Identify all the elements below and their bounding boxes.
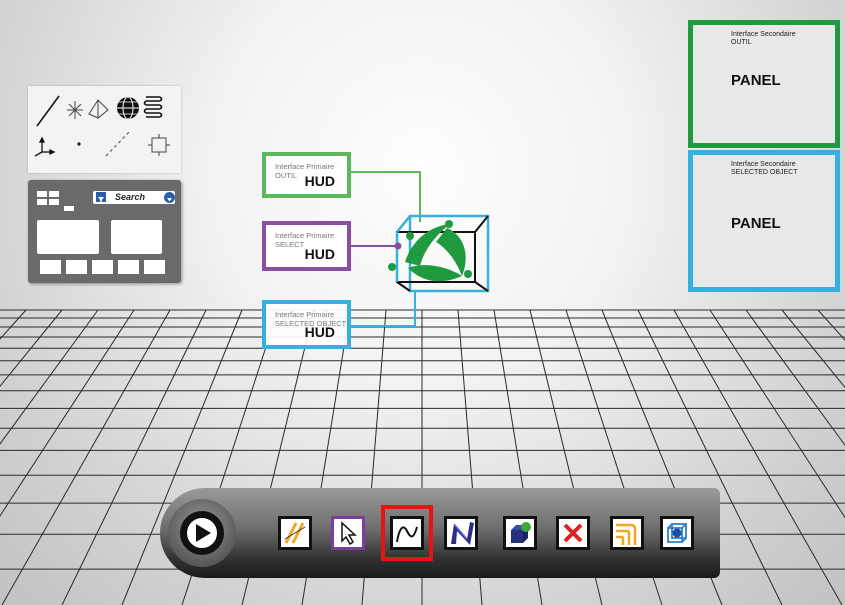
select-tool-button[interactable] <box>331 516 365 550</box>
active-tool-highlight <box>381 505 433 561</box>
scene-background: Interface Primaire OUTIL HUD Interface Pr… <box>0 0 845 605</box>
thumbnail-1[interactable] <box>40 260 61 274</box>
solid-tool-button[interactable] <box>503 516 537 550</box>
dashed-line-icon[interactable] <box>105 130 131 157</box>
point-icon[interactable] <box>77 142 81 146</box>
hud-select: Interface Primaire SELECT HUD <box>262 221 351 271</box>
drawing-tools-panel <box>28 86 181 173</box>
play-icon <box>180 511 224 555</box>
search-input[interactable]: Search <box>93 191 175 204</box>
small-tab-icon[interactable] <box>64 206 74 211</box>
thumbnail-4[interactable] <box>118 260 139 274</box>
spring-icon[interactable] <box>143 96 163 118</box>
thumbnail-3[interactable] <box>92 260 113 274</box>
layout-icon[interactable] <box>37 191 47 197</box>
hud-selected-object-title: HUD <box>304 324 335 340</box>
offset-tool-button[interactable] <box>610 516 644 550</box>
cube-view-icon <box>667 523 687 543</box>
layout-icon[interactable] <box>49 199 59 205</box>
panel-outil: Interface Secondaire OUTIL PANEL <box>688 20 840 148</box>
line-tool-button[interactable] <box>278 516 312 550</box>
thumbnail-5[interactable] <box>144 260 165 274</box>
nurbs-tool-button[interactable] <box>444 516 478 550</box>
cube-view-button[interactable] <box>660 516 694 550</box>
preview-right[interactable] <box>111 220 162 254</box>
play-button[interactable] <box>168 499 236 567</box>
filter-icon[interactable] <box>96 192 106 204</box>
connector-outil <box>349 171 421 222</box>
square-icon[interactable] <box>148 134 170 156</box>
connector-selected-object <box>349 292 416 327</box>
nurbs-icon <box>451 522 474 545</box>
hud-select-title: HUD <box>304 246 335 262</box>
connector-select-dot <box>394 242 402 250</box>
search-label: Search <box>115 192 146 202</box>
delete-tool-button[interactable] <box>556 516 590 550</box>
axes-icon[interactable] <box>34 136 56 157</box>
hud-selected-object: Interface Primaire SELECTED OBJECT HUD <box>262 300 351 349</box>
panel-selected-object-subtitle: Interface Secondaire SELECTED OBJECT <box>731 161 798 176</box>
preview-left[interactable] <box>37 220 99 254</box>
hud-outil: Interface Primaire OUTIL HUD <box>262 152 351 198</box>
thumbnail-2[interactable] <box>66 260 87 274</box>
panel-outil-title: PANEL <box>731 72 781 89</box>
hud-outil-title: HUD <box>304 173 335 189</box>
star-point-icon[interactable] <box>67 101 83 119</box>
line-tool-icon <box>284 522 306 544</box>
globe-icon[interactable] <box>117 96 139 120</box>
line-icon[interactable] <box>36 95 60 127</box>
pyramid-icon[interactable] <box>88 99 109 119</box>
panel-selected-object: Interface Secondaire SELECTED OBJECT PANE… <box>688 150 840 292</box>
offset-icon <box>616 523 637 545</box>
layout-icon[interactable] <box>37 199 47 205</box>
search-go-icon[interactable] <box>164 192 175 203</box>
panel-outil-subtitle: Interface Secondaire OUTIL <box>731 31 796 46</box>
panel-selected-object-title: PANEL <box>731 215 781 232</box>
select-arrow-icon <box>341 521 357 546</box>
delete-icon <box>563 523 583 543</box>
layout-icon[interactable] <box>49 191 59 197</box>
solid-object-icon <box>511 522 531 543</box>
